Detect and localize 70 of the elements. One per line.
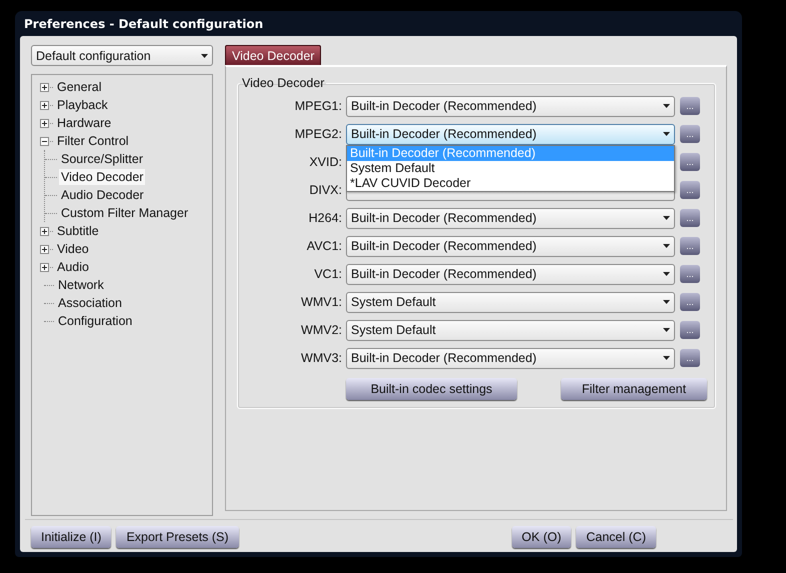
group-button[interactable]: Filter management <box>561 378 707 400</box>
more-button[interactable]: ... <box>680 209 700 227</box>
tree-item[interactable]: Audio <box>55 259 91 275</box>
caret-icon <box>663 300 670 304</box>
collapse-icon[interactable] <box>40 136 49 146</box>
more-button[interactable]: ... <box>680 265 700 283</box>
decoder-dropdown[interactable]: System Default <box>346 320 675 340</box>
tree-item[interactable]: Subtitle <box>55 223 101 239</box>
more-button[interactable]: ... <box>680 321 700 339</box>
codec-label: MPEG2: <box>294 127 342 141</box>
expand-icon[interactable] <box>40 82 49 92</box>
codec-label: MPEG1: <box>294 99 342 113</box>
codec-label: XVID: <box>308 155 342 169</box>
tree-item[interactable]: Source/Splitter <box>59 151 145 167</box>
more-button[interactable]: ... <box>680 237 700 255</box>
more-button[interactable]: ... <box>680 349 700 367</box>
tab[interactable]: Video Decoder <box>225 45 322 65</box>
dropdown-option[interactable]: System Default <box>347 160 674 176</box>
expand-icon[interactable] <box>40 226 49 236</box>
decoder-dropdown[interactable]: System Default <box>346 292 675 312</box>
caret-icon <box>663 104 670 108</box>
caret-icon <box>663 272 670 276</box>
codec-label: AVC1: <box>306 239 342 253</box>
expand-icon[interactable] <box>40 100 49 110</box>
tree-item[interactable]: Video <box>55 241 91 257</box>
caret-icon <box>663 132 670 136</box>
caret-icon <box>663 244 670 248</box>
dropdown-option[interactable]: *LAV CUVID Decoder <box>347 176 674 190</box>
decoder-dropdown[interactable]: Built-in Decoder (Recommended) <box>346 264 675 284</box>
preset-dropdown[interactable]: Default configuration <box>31 45 213 66</box>
decoder-dropdown[interactable]: Built-in Decoder (Recommended) <box>346 348 675 368</box>
footer-button[interactable]: OK (O) <box>512 526 572 548</box>
tree-item[interactable]: Network <box>56 277 106 293</box>
tree-item[interactable]: Custom Filter Manager <box>59 205 190 221</box>
window-title: Preferences - Default configuration <box>24 16 264 30</box>
group-title: Video Decoder <box>241 76 326 90</box>
more-button[interactable]: ... <box>680 181 700 199</box>
tree-item[interactable]: Configuration <box>56 313 134 329</box>
footer-button[interactable]: Cancel (C) <box>576 526 656 548</box>
tree-item[interactable]: Audio Decoder <box>59 187 146 203</box>
codec-label: WMV3: <box>300 351 342 365</box>
codec-label: WMV2: <box>300 323 342 337</box>
tree-item[interactable]: Playback <box>55 97 110 113</box>
tree-item[interactable]: Filter Control <box>55 133 131 149</box>
more-button[interactable]: ... <box>680 125 700 143</box>
tree-item[interactable]: General <box>55 79 104 95</box>
caret-icon <box>201 54 208 58</box>
expand-icon[interactable] <box>40 118 49 128</box>
codec-label: H264: <box>308 211 342 225</box>
tree-item[interactable]: Association <box>56 295 124 311</box>
codec-label: DIVX: <box>308 183 342 197</box>
footer-button[interactable]: Initialize (I) <box>31 526 112 548</box>
expand-icon[interactable] <box>40 262 49 272</box>
decoder-dropdown[interactable]: Built-in Decoder (Recommended) <box>346 96 675 116</box>
more-button[interactable]: ... <box>680 97 700 115</box>
more-button[interactable]: ... <box>680 153 700 171</box>
caret-icon <box>663 216 670 220</box>
decoder-dropdown[interactable]: Built-in Decoder (Recommended) <box>346 208 675 228</box>
tree-item[interactable]: Video Decoder <box>59 169 146 185</box>
decoder-dropdown[interactable]: Built-in Decoder (Recommended) <box>346 236 675 256</box>
footer-button[interactable]: Export Presets (S) <box>116 526 239 548</box>
more-button[interactable]: ... <box>680 293 700 311</box>
codec-label: VC1: <box>313 267 342 281</box>
decoder-dropdown[interactable]: Built-in Decoder (Recommended) <box>346 124 675 144</box>
group-button[interactable]: Built-in codec settings <box>346 378 517 400</box>
caret-icon <box>663 328 670 332</box>
codec-label: WMV1: <box>300 295 342 309</box>
tree-item[interactable]: Hardware <box>55 115 114 131</box>
caret-icon <box>663 356 670 360</box>
expand-icon[interactable] <box>40 244 49 254</box>
